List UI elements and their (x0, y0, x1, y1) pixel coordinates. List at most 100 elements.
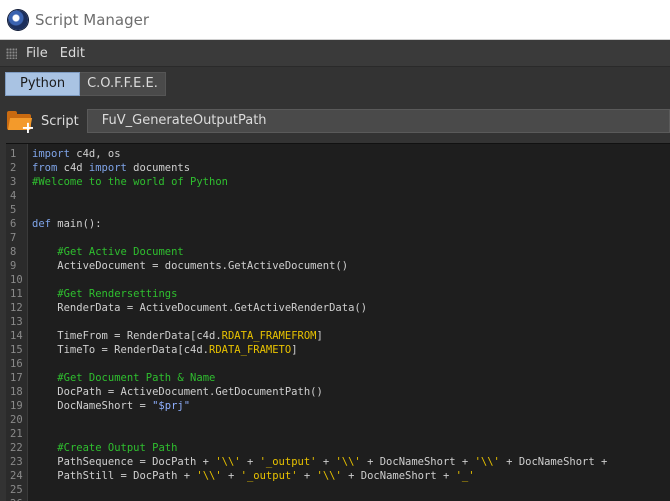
line-number: 15 (10, 344, 23, 356)
code-text: TimeTo = RenderData[c4d.RDATA_FRAMETO] (32, 343, 298, 357)
code-token: + DocNameShort + (341, 470, 456, 482)
code-line[interactable]: 19 DocNameShort = "$prj" (6, 399, 670, 413)
code-token: '\\' (335, 456, 361, 468)
code-text: import c4d, os (32, 147, 121, 161)
code-token: + DocNameShort + (499, 456, 608, 468)
code-token: '_' (455, 470, 475, 482)
line-number: 26 (6, 497, 26, 501)
line-number: 3 (10, 176, 17, 188)
code-line[interactable]: 7 (6, 231, 670, 245)
code-token: TimeFrom = RenderData[c4d. (32, 330, 222, 342)
code-text: from c4d import documents (32, 161, 190, 175)
code-text: TimeFrom = RenderData[c4d.RDATA_FRAMEFRO… (32, 329, 323, 343)
code-token: RenderData = ActiveDocument.GetActiveRen… (32, 302, 368, 314)
code-token: #Welcome to the world of Python (32, 176, 228, 188)
code-token: + (221, 470, 241, 482)
code-token: + DocNameShort + (360, 456, 475, 468)
code-token: '\\' (196, 470, 222, 482)
code-text: RenderData = ActiveDocument.GetActiveRen… (32, 301, 367, 315)
code-line[interactable]: 6 def main(): (6, 217, 670, 231)
code-line[interactable]: 13 (6, 315, 670, 329)
line-number: 6 (10, 218, 17, 230)
language-tabs: Python C.O.F.F.E.E. (0, 67, 670, 100)
script-label: Script (41, 113, 79, 129)
code-token: from (32, 162, 58, 174)
code-text: #Create Output Path (32, 441, 177, 455)
code-text (32, 497, 57, 501)
code-line[interactable]: 22 #Create Output Path (6, 441, 670, 455)
menu-file[interactable]: File (26, 46, 48, 61)
code-line[interactable]: 5 (6, 203, 670, 217)
code-line[interactable]: 17 #Get Document Path & Name (6, 371, 670, 385)
line-number: 10 (10, 274, 23, 286)
code-text: #Get Rendersettings (32, 287, 177, 301)
line-number: 23 (10, 456, 23, 468)
open-folder-add-icon[interactable]: + (6, 108, 36, 136)
code-token: #Get Active Document (57, 246, 184, 258)
code-token: #Get Rendersettings (57, 288, 178, 300)
script-dropdown[interactable]: FuV_GenerateOutputPath (86, 109, 670, 133)
code-token: TimeTo = RenderData[c4d. (32, 344, 210, 356)
line-number: 20 (10, 414, 23, 426)
code-line[interactable]: 20 (6, 413, 670, 427)
code-token: + (240, 456, 260, 468)
code-line[interactable]: 11 #Get Rendersettings (6, 287, 670, 301)
line-number: 8 (10, 246, 17, 258)
code-line[interactable]: 10 (6, 273, 670, 287)
menu-edit[interactable]: Edit (60, 46, 85, 61)
code-line[interactable]: 21 (6, 427, 670, 441)
code-line[interactable]: 18 DocPath = ActiveDocument.GetDocumentP… (6, 385, 670, 399)
code-token: main(): (50, 218, 102, 230)
code-line[interactable]: 25 (6, 483, 670, 497)
code-editor[interactable]: 1 import c4d, os 2 from c4d import document… (6, 143, 670, 501)
line-number: 22 (10, 442, 23, 454)
code-token: PathStill = DocPath + (32, 470, 197, 482)
code-text: def main(): (32, 217, 102, 231)
code-token: '\\' (474, 456, 500, 468)
code-text: ActiveDocument = documents.GetActiveDocu… (32, 259, 348, 273)
code-line[interactable]: 9 ActiveDocument = documents.GetActiveDo… (6, 259, 670, 273)
code-token: def (32, 218, 51, 230)
code-token: #Create Output Path (57, 442, 178, 454)
code-token: DocNameShort = (32, 400, 153, 412)
line-number: 12 (10, 302, 23, 314)
code-token: ] (291, 344, 298, 356)
code-token: "$prj" (152, 400, 191, 412)
code-line[interactable]: 14 TimeFrom = RenderData[c4d.RDATA_FRAME… (6, 329, 670, 343)
line-number: 7 (10, 232, 17, 244)
code-token: c4d, os (69, 148, 121, 160)
code-token: '\\' (215, 456, 241, 468)
drag-grip-icon[interactable] (6, 47, 17, 59)
code-line[interactable]: 2 from c4d import documents (6, 161, 670, 175)
line-number: 19 (10, 400, 23, 412)
code-line[interactable]: 12 RenderData = ActiveDocument.GetActive… (6, 301, 670, 315)
code-line[interactable]: 15 TimeTo = RenderData[c4d.RDATA_FRAMETO… (6, 343, 670, 357)
code-content[interactable]: 1 import c4d, os 2 from c4d import document… (6, 147, 670, 501)
code-text: DocNameShort = "$prj" (32, 399, 190, 413)
line-number: 17 (10, 372, 23, 384)
code-line[interactable]: 1 import c4d, os (6, 147, 670, 161)
code-token: #Get Document Path & Name (57, 372, 216, 384)
tab-coffee[interactable]: C.O.F.F.E.E. (80, 71, 166, 96)
code-line[interactable]: 26 (6, 497, 670, 501)
code-line[interactable]: 16 (6, 357, 670, 371)
line-number: 5 (10, 204, 17, 216)
code-line[interactable]: 3 #Welcome to the world of Python (6, 175, 670, 189)
code-text: #Welcome to the world of Python (32, 175, 228, 189)
code-line[interactable]: 4 (6, 189, 670, 203)
code-line[interactable]: 8 #Get Active Document (6, 245, 670, 259)
code-text: PathSequence = DocPath + '\\' + '_output… (32, 455, 607, 469)
tab-python[interactable]: Python (5, 71, 81, 96)
window-title: Script Manager (35, 10, 150, 29)
line-number: 25 (10, 484, 23, 496)
code-token: RDATA_FRAMEFROM (221, 330, 317, 342)
code-line[interactable]: 24 PathStill = DocPath + '\\' + '_output… (6, 469, 670, 483)
line-number: 9 (10, 260, 17, 272)
code-line[interactable]: 23 PathSequence = DocPath + '\\' + '_out… (6, 455, 670, 469)
code-token: + (297, 470, 317, 482)
script-selector-row: + Script FuV_GenerateOutputPath (0, 101, 670, 141)
cinema4d-logo-icon (8, 9, 28, 30)
